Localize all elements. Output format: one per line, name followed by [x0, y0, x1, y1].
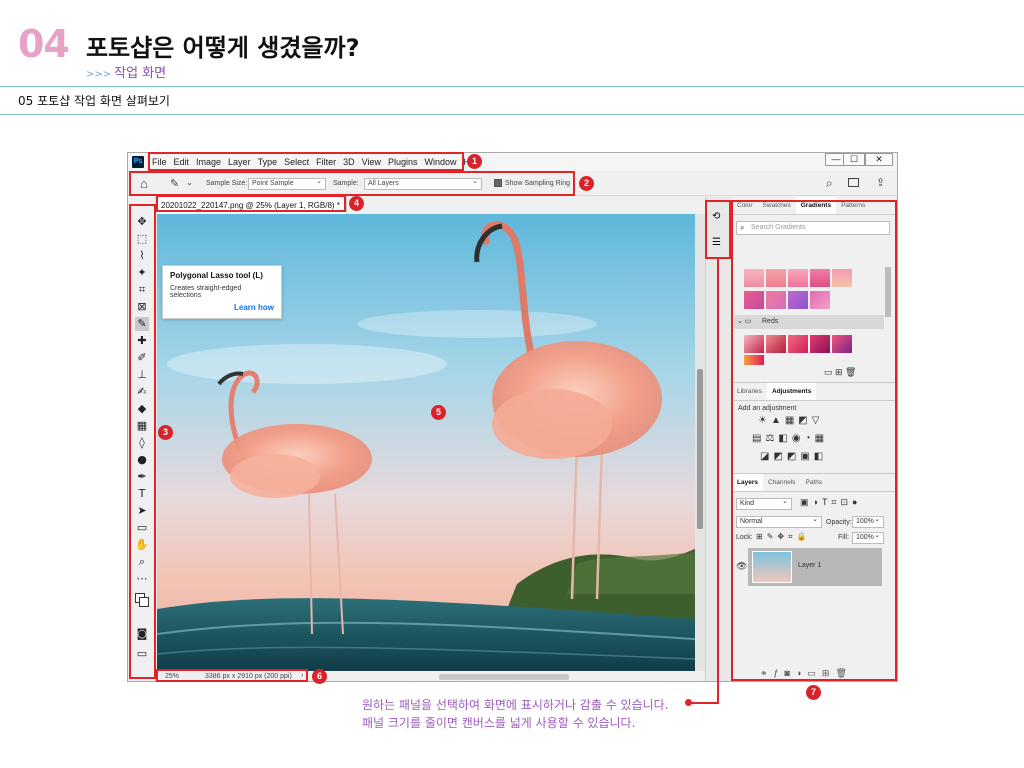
callout-dot: [685, 699, 692, 706]
learn-how-link[interactable]: Learn how: [170, 303, 274, 312]
chapter-title: 포토샵은 어떻게 생겼을까?: [86, 34, 360, 62]
callout-6: 6: [312, 669, 327, 684]
callout-box-tab: [156, 195, 346, 212]
vertical-scrollbar[interactable]: [695, 214, 705, 673]
tool-tooltip: Polygonal Lasso tool (L) Creates straigh…: [162, 265, 282, 319]
callout-box-options: [129, 171, 575, 196]
callout-box-status: [156, 669, 308, 682]
horizontal-scrollbar[interactable]: [439, 674, 569, 680]
callout-2: 2: [579, 176, 594, 191]
callout-7: 7: [806, 685, 821, 700]
search-icon[interactable]: ⌕: [826, 176, 833, 191]
callout-3: 3: [158, 425, 173, 440]
divider: [0, 114, 1024, 115]
share-icon[interactable]: ⇪: [876, 176, 885, 189]
callout-leader-vertical: [717, 259, 719, 703]
scrollbar-thumb[interactable]: [697, 369, 703, 529]
divider: [0, 86, 1024, 87]
caption: 원하는 패널을 선택하여 화면에 표시하거나 감출 수 있습니다. 패널 크기를…: [362, 696, 669, 732]
tooltip-description: Creates straight-edged selections: [170, 285, 242, 299]
callout-4: 4: [349, 196, 364, 211]
callout-box-panels: [731, 200, 897, 681]
chapter-number: 04: [18, 22, 70, 66]
subtitle-text: 작업 화면: [114, 66, 167, 81]
callout-5: 5: [431, 405, 446, 420]
close-button[interactable]: ✕: [865, 153, 893, 166]
callout-box-tools: [129, 204, 156, 679]
workspace-icon[interactable]: [848, 178, 859, 187]
maximize-button[interactable]: ☐: [843, 153, 865, 166]
callout-box-menu: [148, 152, 464, 171]
callout-leader-horizontal: [690, 702, 719, 704]
subtitle-arrows: >>>: [86, 69, 112, 80]
caption-line-2: 패널 크기를 줄이면 캔버스를 넓게 사용할 수 있습니다.: [362, 716, 636, 730]
ps-logo-icon: Ps: [132, 156, 144, 168]
caption-line-1: 원하는 패널을 선택하여 화면에 표시하거나 감출 수 있습니다.: [362, 698, 669, 712]
callout-1: 1: [467, 154, 482, 169]
tooltip-title: Polygonal Lasso tool (L): [170, 271, 263, 280]
chapter-subtitle: >>> 작업 화면: [86, 62, 166, 81]
callout-box-dock: [705, 200, 731, 259]
section-title: 05 포토샵 작업 화면 살펴보기: [18, 94, 170, 108]
